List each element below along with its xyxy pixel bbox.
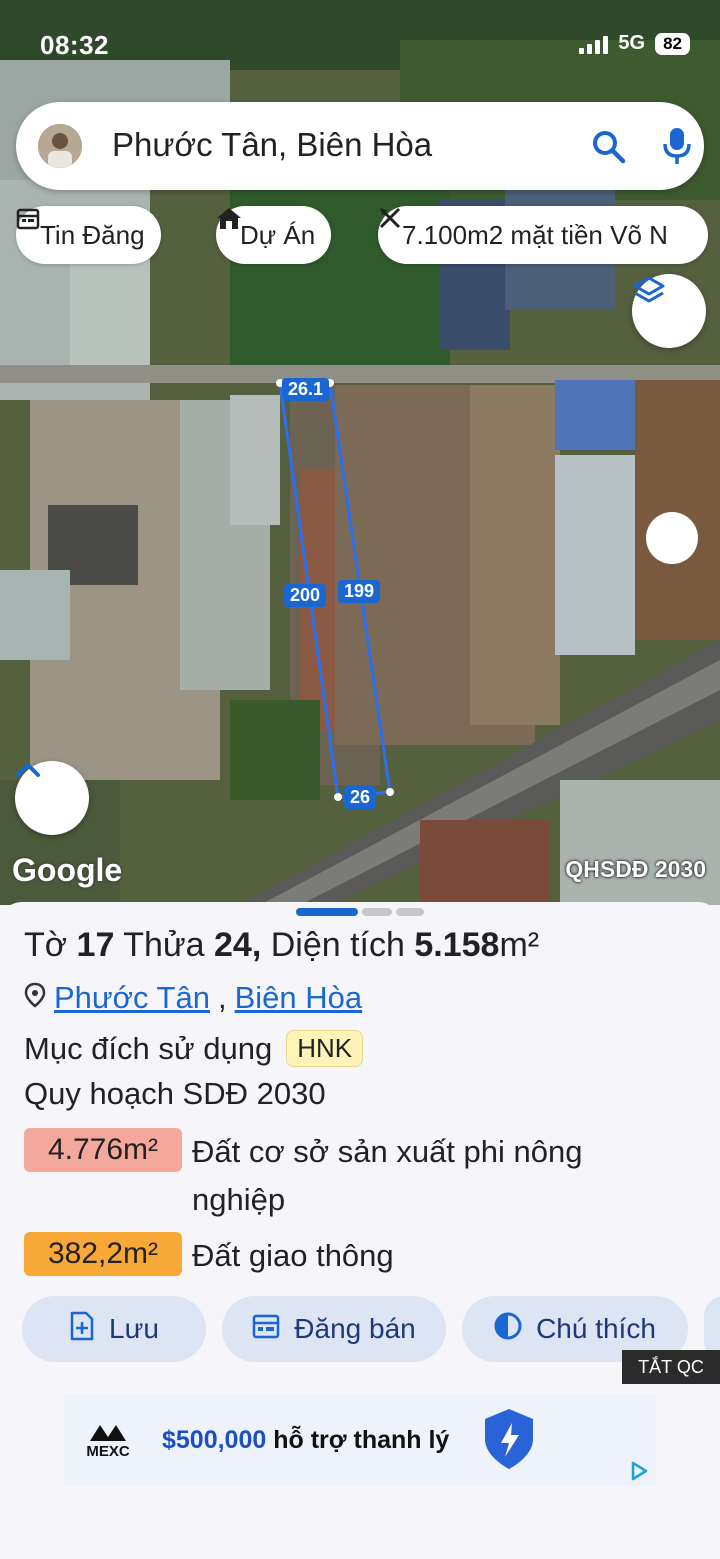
adchoices-icon[interactable] [628,1460,650,1482]
expand-up-button[interactable] [15,761,89,835]
edge-label-top: 26.1 [282,378,330,401]
chip-label: Dự Án [240,219,316,250]
zone-area-badge: 4.776m² [24,1128,182,1172]
edge-label-bottom: 26 [344,786,377,809]
save-icon [69,1311,95,1348]
ad-brand-logo: MEXC [64,1421,152,1460]
search-query[interactable]: Phước Tân, Biên Hòa [112,126,432,164]
mexc-logo-icon [90,1424,126,1441]
parcel-location: Phước Tân, Biên Hòa [24,980,362,1016]
sheet-handle[interactable] [0,908,720,918]
zone-area-badge: 382,2m² [24,1232,182,1276]
land-use-purpose: Mục đích sử dụng HNK [24,1030,364,1067]
action-buttons: Lưu Đăng bán Chú thích [22,1296,720,1362]
satellite-map[interactable]: 26.1 200 199 26 08:32 5G 82 Phước Tân, B… [0,0,720,905]
layers-button[interactable] [632,274,706,348]
signal-icon [579,34,609,54]
avatar[interactable] [38,124,82,168]
purpose-code-badge: HNK [286,1030,364,1067]
edge-label-right: 199 [338,580,381,603]
parcel-info-sheet: Tờ 17 Thửa 24, Diện tích 5.158m² Phước T… [0,902,720,1559]
battery-indicator: 82 [655,32,690,55]
legend-icon [494,1312,522,1347]
close-ad-button[interactable]: TẮT QC [622,1350,720,1384]
save-label: Lưu [109,1313,159,1344]
zone-description: Đất cơ sở sản xuất phi nông nghiệp [192,1134,583,1217]
legend-label: Chú thích [536,1313,656,1344]
city-link[interactable]: Biên Hòa [235,980,363,1016]
zone-row: 382,2m² Đất giao thông [24,1232,662,1280]
zone-row: 4.776m² Đất cơ sở sản xuất phi nông nghi… [24,1128,662,1224]
ad-text: $500,000 hỗ trợ thanh lý [162,1425,450,1454]
map-layer-label: QHSDĐ 2030 [565,856,706,882]
shield-icon [485,1409,534,1469]
listing-icon [252,1313,280,1346]
location-pin-icon [24,980,46,1016]
parcel-title: Tờ 17 Thửa 24, Diện tích 5.158m² [24,926,540,964]
map-marker-button[interactable] [646,512,698,564]
post-listing-label: Đăng bán [294,1313,416,1344]
save-button[interactable]: Lưu [22,1296,206,1362]
edge-label-left: 200 [284,584,327,607]
filter-chips: Tin Đăng Dự Án 7.100m2 mặt tiền Võ N [16,206,720,264]
status-time: 08:32 [40,30,109,60]
ad-banner[interactable]: MEXC $500,000 hỗ trợ thanh lý [64,1394,656,1486]
post-listing-button[interactable]: Đăng bán [222,1296,446,1362]
chip-label: 7.100m2 mặt tiền Võ N [402,219,668,250]
chip-tin-dang[interactable]: Tin Đăng [16,206,161,264]
zone-description: Đất giao thông [192,1238,394,1273]
network-type: 5G [618,32,646,54]
ward-link[interactable]: Phước Tân [54,980,210,1016]
purpose-label: Mục đích sử dụng [24,1030,273,1066]
google-attribution: Google [12,852,123,888]
status-bar: 08:32 5G 82 [0,28,720,64]
plan-title: Quy hoạch SDĐ 2030 [24,1076,326,1111]
chip-listing[interactable]: 7.100m2 mặt tiền Võ N [378,206,708,264]
search-bar[interactable]: Phước Tân, Biên Hòa [16,102,704,190]
chip-du-an[interactable]: Dự Án [216,206,332,264]
chip-label: Tin Đăng [40,219,145,250]
